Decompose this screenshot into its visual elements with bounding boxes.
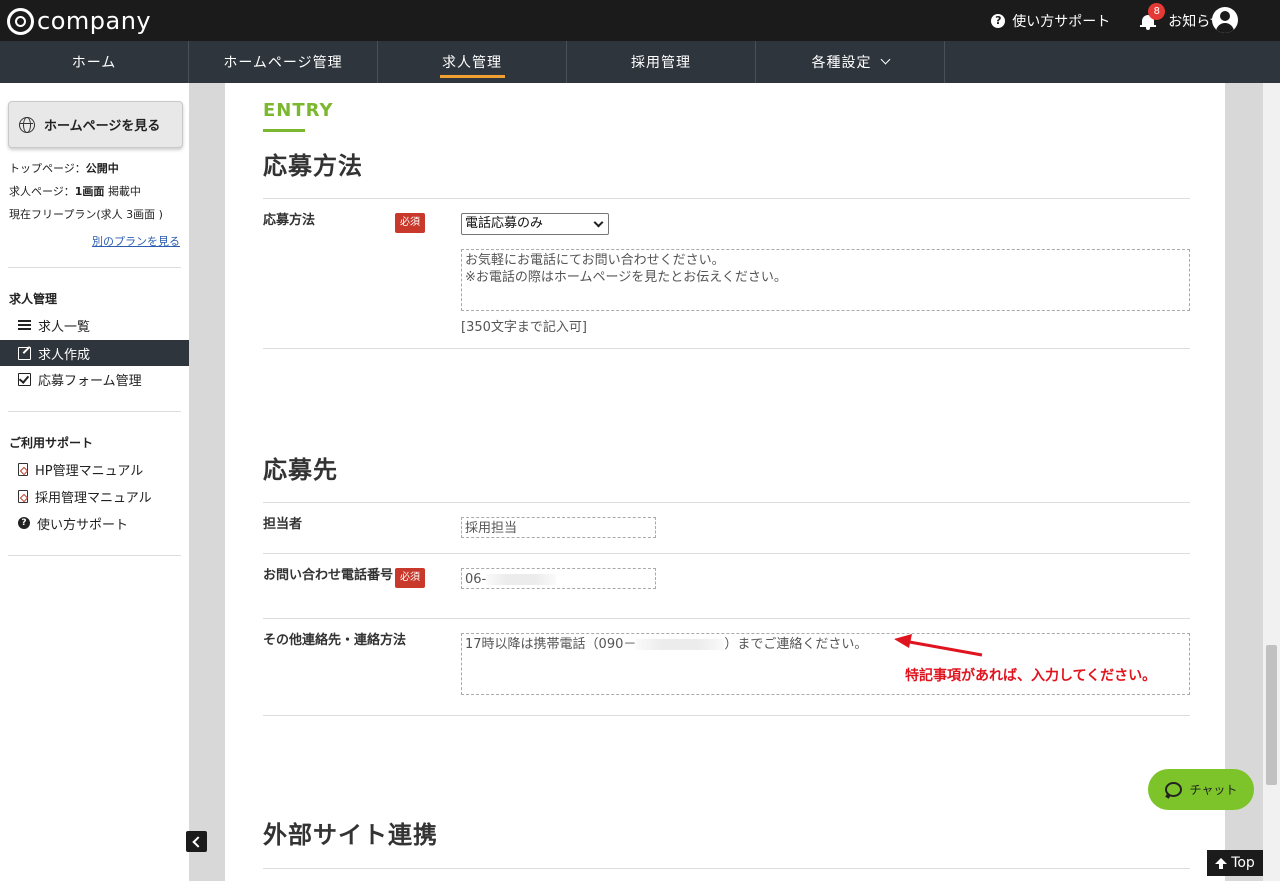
redacted-phone [486,574,557,585]
logo-text: company [37,7,152,35]
collapse-sidebar-button[interactable] [186,831,207,852]
divider [263,198,1190,199]
destination-title: 応募先 [263,456,338,484]
entry-label: ENTRY [263,100,334,121]
at-logo-icon [7,7,34,35]
nav-home[interactable]: ホーム [0,41,189,83]
notice-count-badge: 8 [1148,2,1166,20]
sidebar-item-create-job[interactable]: 求人作成 [0,340,189,366]
apply-method-select[interactable]: 電話応募のみ [461,213,609,235]
redacted-mobile [636,639,725,650]
arrow-up-icon [1215,858,1228,869]
apply-method-title: 応募方法 [263,152,363,180]
pdf-icon [18,489,28,503]
nav-settings[interactable]: 各種設定 [756,41,945,83]
company-logo[interactable]: company [7,5,151,37]
page-scrollbar[interactable] [1263,83,1280,881]
divider [263,868,1190,869]
back-to-top-button[interactable]: Top [1207,850,1263,876]
main-nav: ホーム ホームページ管理 求人管理 採用管理 各種設定 [0,41,1280,83]
support-heading: ご利用サポート [9,436,94,450]
nav-homepage-management[interactable]: ホームページ管理 [189,41,378,83]
phone-input[interactable]: 06- [461,568,656,589]
divider [263,348,1190,349]
other-plans-link[interactable]: 別のプランを見る [92,233,180,249]
sidebar-item-support[interactable]: ? 使い方サポート [0,510,189,536]
view-homepage-button[interactable]: ホームページを見る [8,101,183,148]
top-bar: company ? 使い方サポート 8 お知らせ [0,0,1280,41]
top-page-status: トップページ：公開中 [9,162,119,175]
sidebar-item-application-form[interactable]: 応募フォーム管理 [0,366,189,392]
phone-label: お問い合わせ電話番号 [263,568,394,583]
divider [263,502,1190,503]
question-icon: ? [18,517,30,529]
apply-message-textarea[interactable]: お気軽にお電話にてお問い合わせください。 ※お電話の際はホームページを見たとお伝… [461,249,1190,311]
question-icon: ? [991,13,1006,28]
divider [263,553,1190,554]
user-avatar-icon[interactable] [1212,7,1238,33]
support-link[interactable]: ? 使い方サポート [991,11,1110,31]
required-badge: 必須 [395,213,425,233]
chevron-down-icon [880,54,890,65]
nav-recruitment-management[interactable]: 採用管理 [567,41,756,83]
edit-icon [18,346,31,360]
pdf-icon [18,462,28,476]
scroll-thumb[interactable] [1266,645,1277,785]
checkbox-icon [18,372,31,386]
list-icon [18,319,31,332]
annotation-arrow-icon [894,634,983,657]
entry-underline [263,129,305,132]
job-page-status: 求人ページ：1画面 掲載中 [9,185,141,198]
divider [8,555,181,556]
sidebar-item-job-list[interactable]: 求人一覧 [0,312,189,338]
job-management-heading: 求人管理 [9,292,58,306]
other-contact-textarea[interactable]: 17時以降は携帯電話（090－ ）までご連絡ください。 [461,633,1190,695]
bell-icon: 8 [1140,2,1166,30]
divider [8,267,181,268]
annotation-text: 特記事項があれば、入力してください。 [905,668,1157,684]
support-label: 使い方サポート [1012,13,1111,30]
chat-bubble-icon [1164,782,1182,797]
chat-button[interactable]: チャット [1148,769,1254,810]
external-sites-title: 外部サイト連携 [263,821,438,849]
chevron-down-icon [593,217,604,228]
nav-job-management[interactable]: 求人管理 [378,41,567,83]
other-contact-label: その他連絡先・連絡方法 [263,633,407,648]
divider [263,715,1190,716]
sidebar-item-hp-manual[interactable]: HP管理マニュアル [0,456,189,482]
char-limit-note: [350文字まで記入可] [461,320,587,335]
sidebar: ホームページを見る トップページ：公開中 求人ページ：1画面 掲載中 現在フリー… [0,83,189,881]
contact-person-label: 担当者 [263,517,303,532]
divider [8,411,181,412]
plan-status: 現在フリープラン(求人 3画面 ) [9,208,163,221]
sidebar-item-recruit-manual[interactable]: 採用管理マニュアル [0,483,189,509]
main-content: ENTRY 応募方法 応募方法 必須 電話応募のみ お気軽にお電話にてお問い合わ… [225,83,1225,881]
contact-person-input[interactable]: 採用担当 [461,517,656,538]
apply-method-label: 応募方法 [263,213,316,228]
globe-icon [19,116,35,133]
required-badge: 必須 [395,568,425,588]
divider [263,618,1190,619]
